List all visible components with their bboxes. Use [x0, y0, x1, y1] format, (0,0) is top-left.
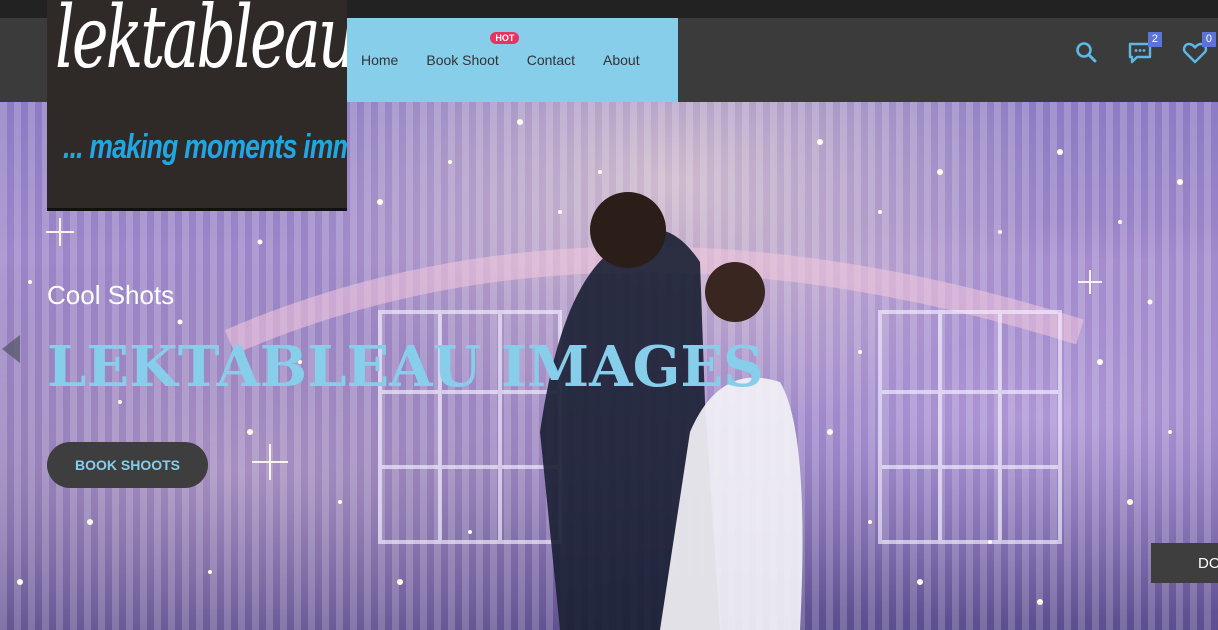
- nav-item-home[interactable]: Home: [361, 52, 398, 68]
- slider-prev-arrow[interactable]: [2, 335, 20, 363]
- nav-item-label: Home: [361, 52, 399, 68]
- nav-item-label: About: [603, 52, 640, 68]
- chat-button[interactable]: 2: [1128, 32, 1162, 66]
- site-logo[interactable]: lektableau ... making moments immortal: [47, 0, 347, 211]
- hero-title: LEKTABLEAU IMAGES: [47, 334, 764, 400]
- main-nav: Home HOT Book Shoot Contact About: [347, 18, 678, 102]
- hot-badge: HOT: [490, 32, 520, 44]
- search-icon[interactable]: [1074, 40, 1100, 66]
- wishlist-count-badge: 0: [1201, 32, 1216, 47]
- side-tab-label: DO: [1198, 554, 1218, 572]
- side-tab[interactable]: DO: [1151, 543, 1218, 583]
- nav-item-label: Book Shoot: [426, 52, 499, 68]
- nav-item-about[interactable]: About: [603, 52, 640, 68]
- chat-count-badge: 2: [1147, 32, 1162, 47]
- nav-item-label: Contact: [526, 52, 575, 68]
- hero-subtitle: Cool Shots: [47, 280, 175, 310]
- book-shoots-button[interactable]: BOOK SHOOTS: [47, 442, 208, 488]
- logo-tagline: ... making moments immortal: [63, 128, 347, 166]
- nav-item-book-shoot[interactable]: HOT Book Shoot: [426, 32, 520, 68]
- logo-wordmark: lektableau: [55, 0, 347, 88]
- wishlist-button[interactable]: 0: [1182, 32, 1216, 66]
- nav-item-contact[interactable]: Contact: [527, 52, 575, 68]
